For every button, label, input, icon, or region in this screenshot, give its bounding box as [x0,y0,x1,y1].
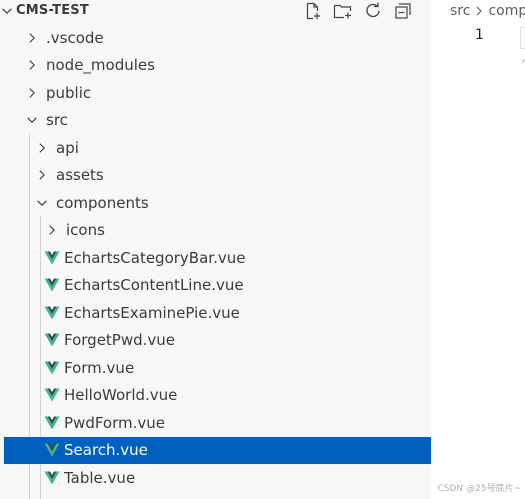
tree-folder-item[interactable]: .vscode [0,24,431,52]
new-file-button[interactable] [302,0,324,22]
refresh-button[interactable] [362,0,384,22]
tree-item-label: Search.vue [64,441,148,460]
chevron-down-icon [2,7,12,14]
tree-folder-item[interactable]: public [0,79,431,107]
chevron-right-icon[interactable] [34,140,50,156]
tree-item-label: node_modules [46,56,155,75]
line-number: 1 [475,27,484,43]
vue-file-icon [44,470,60,486]
tree-folder-item[interactable]: icons [0,217,431,245]
vue-file-icon [44,387,60,403]
breadcrumb-item-src[interactable]: src [450,3,470,19]
tree-item-label: icons [66,221,105,240]
tree-item-label: EchartsCategoryBar.vue [64,248,246,267]
watermark: CSDN @25号底片~ [437,484,521,494]
vue-file-icon [44,305,60,321]
tree-folder-item[interactable]: assets [0,162,431,190]
tree-item-label: PwdForm.vue [64,413,166,432]
tree-folder-item[interactable]: components [0,189,431,217]
tree-file-item[interactable]: Table.vue [0,464,431,492]
tree-file-item[interactable]: EchartsExaminePie.vue [0,299,431,327]
tree-item-label: api [56,138,79,157]
vue-file-icon [44,332,60,348]
explorer-header: CMS-TEST [0,0,431,22]
chevron-down-icon[interactable] [34,195,50,211]
collapse-all-button[interactable] [392,0,414,22]
tree-item-label: HelloWorld.vue [64,386,178,405]
tree-file-item[interactable]: EchartsContentLine.vue [0,272,431,300]
tree-item-label: .vscode [46,28,104,47]
editor-area: src comp 1 ⌐ CSDN @25号底片~ [431,0,525,499]
tree-item-label: Table.vue [64,468,136,487]
vue-file-icon [44,360,60,376]
chevron-right-icon[interactable] [44,222,60,238]
chevron-down-icon[interactable] [24,112,40,128]
tree-folder-item[interactable]: api [0,134,431,162]
tree-file-item[interactable]: Form.vue [0,354,431,382]
tree-item-label: src [46,111,68,130]
tree-item-label: components [56,193,149,212]
tree-item-label: EchartsContentLine.vue [64,276,244,295]
tree-file-item[interactable]: EchartsCategoryBar.vue [0,244,431,272]
explorer-section-title[interactable]: CMS-TEST [0,3,89,18]
chevron-right-icon[interactable] [24,85,40,101]
chevron-right-icon[interactable] [34,167,50,183]
new-folder-icon [333,4,352,19]
vue-file-icon [44,277,60,293]
tree-item-label: EchartsExaminePie.vue [64,303,240,322]
refresh-icon [366,2,380,18]
new-folder-button[interactable] [332,0,354,22]
editor-hint-mark: ⌐ [521,54,525,69]
breadcrumb-item-components[interactable]: comp [488,3,525,19]
explorer-title-label: CMS-TEST [16,3,89,18]
explorer-panel: CMS-TEST .vscode node_modulespublic src api… [0,0,431,499]
chevron-right-icon[interactable] [24,57,40,73]
tree-folder-item[interactable]: node_modules [0,52,431,80]
tree-item-label: public [46,83,92,102]
chevron-right-icon[interactable] [24,30,40,46]
new-file-icon [306,2,320,20]
breadcrumb: src comp [450,3,525,19]
vue-file-icon [44,442,60,458]
tree-file-item[interactable]: Search.vue [4,436,431,464]
tree-item-label: ForgetPwd.vue [64,331,176,350]
collapse-all-icon [395,3,411,19]
chevron-right-icon [474,5,484,17]
vue-file-icon [44,250,60,266]
tree-file-item[interactable]: ForgetPwd.vue [0,327,431,355]
current-line-highlight [520,27,525,49]
tree-folder-item[interactable]: src [0,107,431,135]
tree-file-item[interactable]: PwdForm.vue [0,409,431,437]
tree-item-label: Form.vue [64,358,135,377]
vue-file-icon [44,415,60,431]
tree-file-item[interactable]: HelloWorld.vue [0,382,431,410]
tree-item-label: assets [56,166,104,185]
